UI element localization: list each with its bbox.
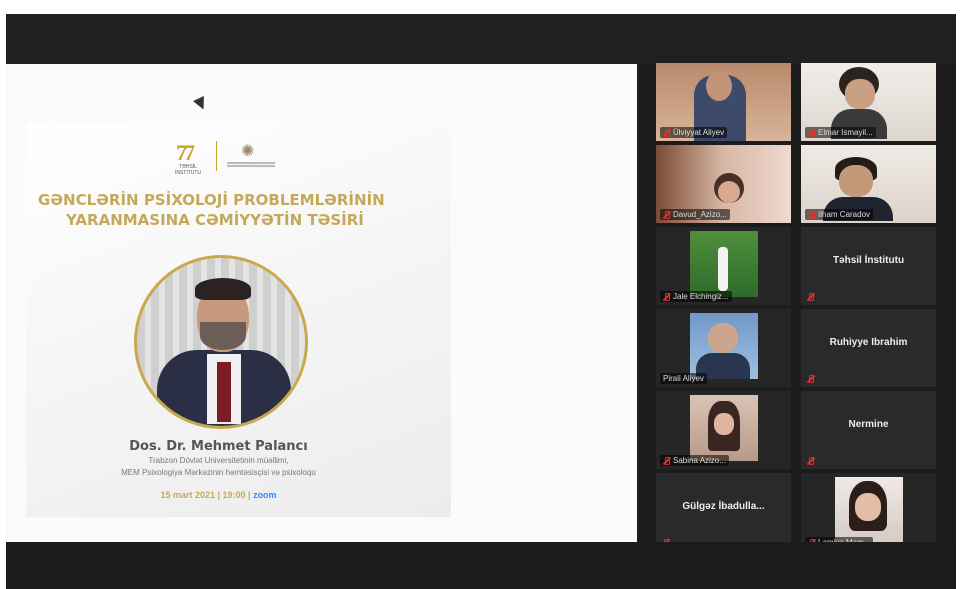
- poster-title: GƏNCLƏRİN PSİXOLOJİ PROBLEMLƏRİNİN YARAN…: [26, 190, 451, 230]
- participant-label: Elmar Ismayil...: [805, 127, 876, 138]
- poster-logos: 77 TƏHSİL İNSTİTUTU ✺: [166, 136, 306, 176]
- speaker-name: Dos. Dr. Mehmet Palancı: [129, 439, 308, 454]
- mic-muted-icon: [663, 210, 670, 219]
- participant-name: Nermine: [848, 419, 889, 430]
- participant-tile[interactable]: Ülviyyat Aliyev: [656, 63, 791, 141]
- screenshot-frame: 77 TƏHSİL İNSTİTUTU ✺ GƏNCLƏRİN PSİXOLOJ…: [0, 0, 961, 589]
- participant-label: Davud_Azizo...: [660, 209, 730, 220]
- zoom-logo: zoom: [253, 490, 277, 500]
- participant-tile-no-video[interactable]: Gülgəz İbadulla...: [656, 473, 791, 551]
- poster-title-line2: YARANMASINA CƏMİYYƏTİN TƏSİRİ: [66, 211, 364, 229]
- ministry-logo: ✺: [227, 139, 275, 173]
- mic-muted-icon: [807, 375, 814, 383]
- mic-muted-icon: [663, 456, 670, 465]
- event-date-time: 15 mart 2021 | 19:00 |: [160, 490, 251, 500]
- participant-tile[interactable]: Pirali Aliyev: [656, 309, 791, 387]
- shared-screen[interactable]: 77 TƏHSİL İNSTİTUTU ✺ GƏNCLƏRİN PSİXOLOJ…: [6, 64, 637, 542]
- mic-muted-icon: [663, 128, 670, 137]
- participant-label: Sabina Azizo...: [660, 455, 729, 466]
- participant-label: Pirali Aliyev: [660, 373, 707, 384]
- poster-title-line1: GƏNCLƏRİN PSİXOLOJİ PROBLEMLƏRİNİN: [38, 191, 385, 209]
- participant-name: Təhsil İnstitutu: [832, 255, 905, 266]
- speaker-info: Dos. Dr. Mehmet Palancı Trabzon Dövlət U…: [26, 439, 411, 500]
- mouse-cursor-icon: [193, 96, 209, 112]
- event-poster: 77 TƏHSİL İNSTİTUTU ✺ GƏNCLƏRİN PSİXOLOJ…: [26, 122, 451, 517]
- participant-name: Ruhiyye Ibrahim: [829, 337, 908, 348]
- participant-tile-active-speaker[interactable]: Ilham Caradov: [801, 145, 936, 223]
- mic-muted-icon: [808, 210, 815, 219]
- participant-name: Gülgəz İbadulla...: [682, 501, 765, 512]
- participant-tile[interactable]: Elmar Ismayil...: [801, 63, 936, 141]
- zoom-meeting-window: 77 TƏHSİL İNSTİTUTU ✺ GƏNCLƏRİN PSİXOLOJ…: [6, 14, 956, 589]
- speaker-role-line1: Trabzon Dövlət Universitetinin müəllimi,: [148, 456, 289, 465]
- participant-label: Ülviyyat Aliyev: [660, 127, 728, 138]
- event-date: 15 mart 2021 | 19:00 | zoom: [26, 490, 411, 500]
- participant-tile-no-video[interactable]: Təhsil İnstitutu: [801, 227, 936, 305]
- mic-muted-icon: [808, 128, 815, 137]
- ministry-logo-caption: [227, 161, 275, 169]
- participant-tile[interactable]: Sabina Azizo...: [656, 391, 791, 469]
- institute-logo: 77 TƏHSİL İNSTİTUTU: [166, 138, 206, 176]
- speaker-portrait: [134, 255, 308, 429]
- meeting-bottom-bar: [6, 542, 956, 589]
- meeting-top-bar: [6, 14, 956, 64]
- participant-label: Ilham Caradov: [805, 209, 874, 220]
- mic-muted-icon: [807, 457, 814, 465]
- participant-tile[interactable]: Davud_Azizo...: [656, 145, 791, 223]
- participant-tile-no-video[interactable]: Nermine: [801, 391, 936, 469]
- participant-label: Jale Elchingiz...: [660, 291, 732, 302]
- mic-muted-icon: [663, 292, 670, 301]
- emblem-icon: ✺: [241, 143, 255, 160]
- participant-tile[interactable]: Lamiyə Mam...: [801, 473, 936, 551]
- speaker-role-line2: MEM Psixologiya Mərkəzinin həmtəsisçisi …: [121, 468, 316, 477]
- institute-logo-caption: TƏHSİL İNSTİTUTU: [174, 164, 202, 176]
- institute-logo-mark: 77: [176, 140, 195, 165]
- participant-tile[interactable]: Jale Elchingiz...: [656, 227, 791, 305]
- mic-muted-icon: [807, 293, 814, 301]
- logo-divider: [216, 141, 217, 171]
- participant-tile-no-video[interactable]: Ruhiyye Ibrahim: [801, 309, 936, 387]
